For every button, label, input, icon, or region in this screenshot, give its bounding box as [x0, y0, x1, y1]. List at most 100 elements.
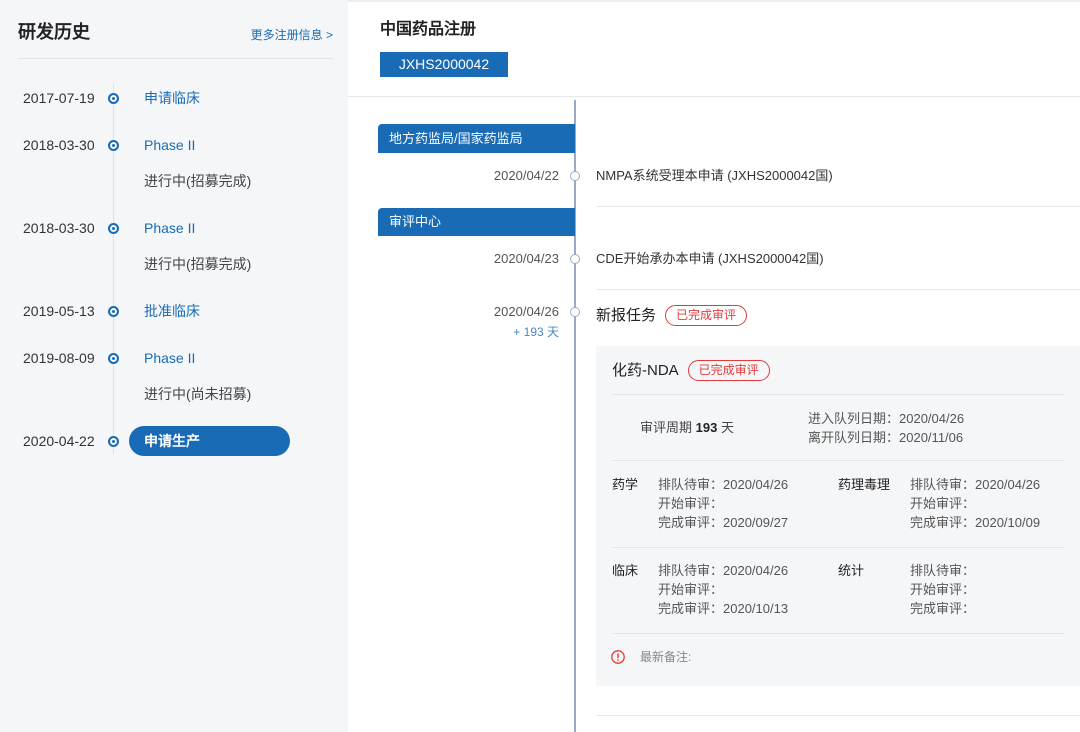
section-header-drug-administration: 地方药监局/国家药监局: [378, 124, 575, 153]
discipline-name: 临床: [612, 562, 639, 578]
event-label[interactable]: 批准临床: [129, 296, 290, 326]
timeline-dot-icon: [108, 223, 119, 234]
divider: [18, 58, 333, 59]
event-status: 进行中(招募完成): [144, 173, 252, 189]
event-row: 2020-04-22 申请生产: [0, 418, 348, 465]
field-label: 开始审评：: [658, 495, 724, 511]
event-date: 2019-05-13: [23, 303, 95, 319]
timeline-dot-icon: [108, 93, 119, 104]
registration-tabs: JXHS2000042: [380, 52, 508, 77]
completed-field: 完成审评：: [910, 599, 975, 618]
timeline-node-icon: [570, 307, 580, 317]
discipline-name: 统计: [838, 562, 865, 578]
task-name: 化药-NDA: [612, 361, 679, 379]
timeline-dot-icon: [108, 353, 119, 364]
registration-title: 中国药品注册: [380, 21, 477, 38]
event-label[interactable]: Phase II: [129, 213, 290, 243]
review-cycle-unit: 天: [720, 420, 734, 435]
registration-timeline-line: [574, 100, 576, 732]
tab-registration-number[interactable]: JXHS2000042: [380, 52, 508, 77]
field-label: 完成审评：: [910, 514, 976, 530]
field-value: 2020/04/26: [723, 476, 789, 492]
divider: [596, 206, 1080, 207]
event-label[interactable]: 申请临床: [129, 83, 290, 113]
started-field: 开始审评：: [658, 580, 788, 599]
review-task-card: 化药-NDA 已完成审评 审评周期 193 天 进入队列日期：2020/04/2…: [596, 346, 1080, 686]
field-label: 排队待审：: [910, 562, 976, 578]
event-label[interactable]: Phase II: [129, 130, 290, 160]
completed-field: 完成审评：2020/10/13: [658, 599, 788, 618]
elapsed-days: + 193 天: [513, 325, 559, 339]
review-cycle-days: 193: [695, 420, 718, 435]
more-registration-info-link[interactable]: 更多注册信息 >: [251, 28, 333, 42]
exclamation-circle-icon: [611, 650, 625, 664]
divider: [596, 289, 1080, 290]
history-event: 2020-04-22 申请生产: [0, 418, 348, 465]
timeline-dot-icon: [108, 306, 119, 317]
discipline-fields: 排队待审：2020/04/26 开始审评： 完成审评：2020/10/13: [658, 561, 788, 618]
review-cycle: 审评周期 193 天: [640, 418, 734, 438]
entry-title-row: 新报任务 已完成审评: [596, 305, 748, 326]
divider: [348, 96, 1080, 97]
status-badge: 已完成审评: [665, 305, 748, 326]
history-event: 2018-03-30 Phase II 进行中(招募完成): [0, 122, 348, 194]
field-label: 排队待审：: [658, 476, 724, 492]
review-cycle-label: 审评周期: [640, 420, 693, 435]
entry-text: CDE开始承办本申请 (JXHS2000042国): [596, 251, 824, 266]
event-row: 2019-05-13 批准临床: [0, 288, 348, 335]
event-date: 2018-03-30: [23, 220, 95, 236]
task-header: 化药-NDA 已完成审评: [612, 360, 770, 381]
queued-field: 排队待审：2020/04/26: [658, 475, 788, 494]
development-history-panel: 研发历史 更多注册信息 > 2017-07-19 申请临床 2018-03-30…: [0, 0, 348, 732]
section-header-review-center: 审评中心: [378, 208, 575, 236]
event-date: 2020-04-22: [23, 433, 95, 449]
timeline-dot-icon: [108, 436, 119, 447]
event-row: 2017-07-19 申请临床: [0, 75, 348, 122]
history-event: 2019-05-13 批准临床: [0, 288, 348, 335]
event-date: 2018-03-30: [23, 137, 95, 153]
event-date: 2017-07-19: [23, 90, 95, 106]
history-event: 2019-08-09 Phase II 进行中(尚未招募): [0, 335, 348, 407]
field-label: 开始审评：: [658, 581, 724, 597]
entry-title: 新报任务: [596, 306, 657, 324]
china-drug-registration-panel: 中国药品注册 JXHS2000042 地方药监局/国家药监局 2020/04/2…: [348, 0, 1080, 732]
queue-out-date: 2020/11/06: [899, 429, 964, 445]
entry-text: NMPA系统受理本申请 (JXHS2000042国): [596, 168, 833, 183]
history-timeline: 2017-07-19 申请临床 2018-03-30 Phase II 进行中(…: [0, 75, 348, 465]
discipline-fields: 排队待审：2020/04/26 开始审评： 完成审评：2020/09/27: [658, 475, 788, 532]
queue-in-row: 进入队列日期：2020/04/26: [808, 409, 964, 428]
discipline-name: 药理毒理: [838, 476, 891, 492]
entry-date: 2020/04/26: [493, 304, 559, 319]
timeline-entry: 2020/04/22 NMPA系统受理本申请 (JXHS2000042国): [348, 166, 1080, 207]
discipline-fields: 排队待审： 开始审评： 完成审评：: [910, 561, 975, 618]
completed-field: 完成审评：2020/10/09: [910, 513, 1040, 532]
event-label[interactable]: Phase II: [129, 343, 290, 373]
timeline-entry: 2020/04/23 CDE开始承办本申请 (JXHS2000042国): [348, 249, 1080, 290]
field-value: 2020/09/27: [723, 514, 789, 530]
field-label: 开始审评：: [910, 495, 976, 511]
field-value: 2020/10/09: [975, 514, 1041, 530]
divider: [612, 394, 1064, 395]
field-label: 开始审评：: [910, 581, 976, 597]
top-border: [348, 0, 1080, 2]
divider: [612, 460, 1064, 461]
started-field: 开始审评：: [910, 580, 975, 599]
queued-field: 排队待审：: [910, 561, 975, 580]
history-event: 2017-07-19 申请临床: [0, 75, 348, 122]
latest-note-label: 最新备注:: [640, 650, 692, 664]
timeline-node-icon: [570, 171, 580, 181]
discipline-name: 药学: [612, 476, 639, 492]
timeline-entry-review-task: 2020/04/26 + 193 天 新报任务 已完成审评 化药-NDA 已完成…: [348, 302, 1080, 716]
timeline-node-icon: [570, 254, 580, 264]
field-label: 完成审评：: [658, 514, 724, 530]
field-label: 排队待审：: [910, 476, 976, 492]
event-label-selected[interactable]: 申请生产: [129, 426, 290, 456]
divider: [612, 633, 1064, 634]
history-title: 研发历史: [18, 22, 90, 42]
started-field: 开始审评：: [910, 494, 1040, 513]
queue-out-label: 离开队列日期：: [808, 429, 900, 445]
event-status: 进行中(招募完成): [144, 256, 252, 272]
event-row: 2018-03-30 Phase II: [0, 205, 348, 252]
queued-field: 排队待审：2020/04/26: [658, 561, 788, 580]
event-row: 2018-03-30 Phase II: [0, 122, 348, 169]
